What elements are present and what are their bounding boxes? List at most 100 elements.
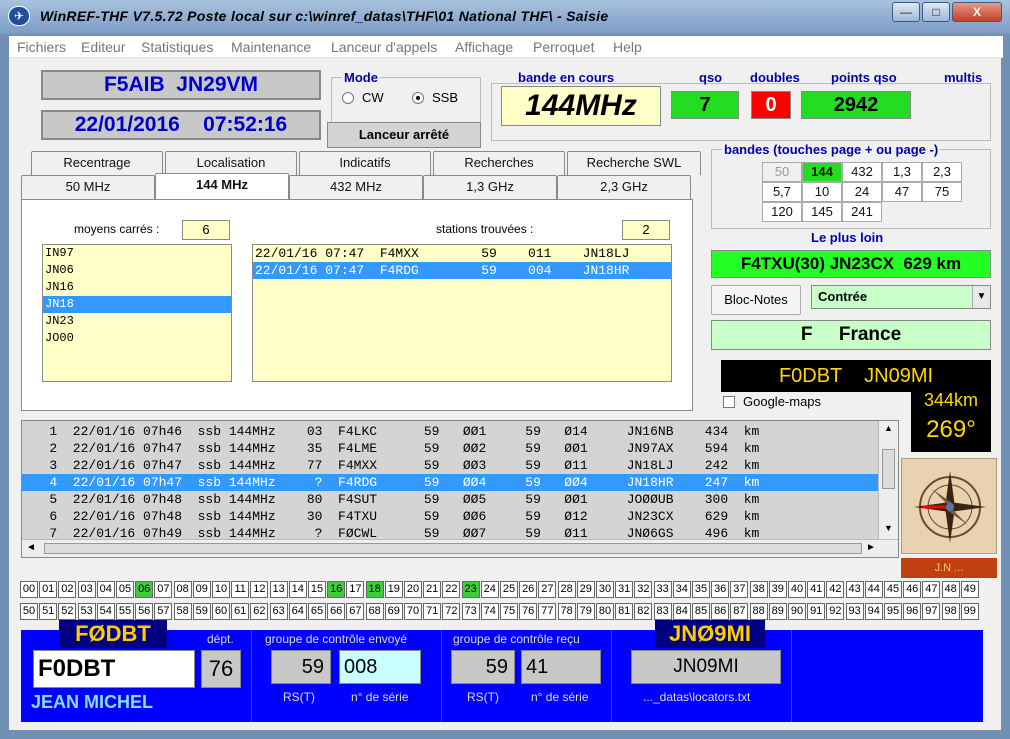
dept-number[interactable]: 57: [154, 603, 173, 620]
dept-number[interactable]: 58: [173, 603, 192, 620]
log-row[interactable]: 1 22/01/16 07h46 ssb 144MHz 03 F4LKC 59 …: [26, 423, 759, 440]
dept-number[interactable]: 38: [749, 581, 768, 598]
qso-log-list[interactable]: 1 22/01/16 07h46 ssb 144MHz 03 F4LKC 59 …: [21, 420, 899, 558]
dept-number[interactable]: 27: [538, 581, 557, 598]
list-item-selected[interactable]: JN18: [43, 296, 231, 313]
dept-number[interactable]: 71: [423, 603, 442, 620]
dept-number[interactable]: 24: [480, 581, 499, 598]
dept-number[interactable]: 84: [672, 603, 691, 620]
menu-fichiers[interactable]: Fichiers: [17, 39, 66, 55]
dept-number[interactable]: 70: [404, 603, 422, 620]
ssb-radio[interactable]: [412, 92, 424, 104]
dept-number[interactable]: 64: [288, 603, 307, 620]
dept-number[interactable]: 76: [519, 603, 538, 620]
dept-number[interactable]: 10: [212, 581, 230, 598]
dept-number[interactable]: 05: [116, 581, 134, 598]
dept-number[interactable]: 73: [461, 603, 480, 620]
tab-indicatifs[interactable]: Indicatifs: [299, 151, 431, 175]
dept-number[interactable]: 87: [730, 603, 749, 620]
scroll-right-icon[interactable]: ►: [866, 542, 876, 553]
dept-number[interactable]: 98: [941, 603, 960, 620]
dept-number[interactable]: 48: [941, 581, 960, 598]
dept-number[interactable]: 80: [596, 603, 614, 620]
dept-number[interactable]: 16: [327, 581, 346, 598]
menu-affichage[interactable]: Affichage: [455, 39, 513, 55]
menu-help[interactable]: Help: [613, 39, 642, 55]
menu-lanceur[interactable]: Lanceur d'appels: [331, 39, 437, 55]
menu-statistiques[interactable]: Statistiques: [141, 39, 213, 55]
dept-number[interactable]: 25: [500, 581, 518, 598]
menu-maintenance[interactable]: Maintenance: [231, 39, 311, 55]
list-item[interactable]: IN97: [43, 245, 231, 262]
tab-432mhz[interactable]: 432 MHz: [289, 175, 423, 199]
dept-number[interactable]: 00: [20, 581, 38, 598]
dept-number[interactable]: 49: [960, 581, 979, 598]
dept-number[interactable]: 68: [365, 603, 384, 620]
dept-number[interactable]: 29: [576, 581, 595, 598]
band-145[interactable]: 145: [802, 202, 842, 222]
log-row[interactable]: 3 22/01/16 07h47 ssb 144MHz 77 F4MXX 59 …: [26, 457, 759, 474]
station-row-selected[interactable]: 22/01/16 07:47 F4RDG 59 004 JN18HR: [253, 262, 671, 279]
dept-number[interactable]: 82: [634, 603, 653, 620]
dept-number[interactable]: 78: [557, 603, 576, 620]
dept-number[interactable]: 40: [788, 581, 806, 598]
dept-number[interactable]: 97: [922, 603, 941, 620]
dept-number[interactable]: 74: [480, 603, 499, 620]
dept-number[interactable]: 92: [826, 603, 845, 620]
dept-number[interactable]: 35: [692, 581, 710, 598]
dept-number[interactable]: 55: [116, 603, 134, 620]
dept-number[interactable]: 66: [327, 603, 346, 620]
tab-recentrage[interactable]: Recentrage: [31, 151, 163, 175]
band-24[interactable]: 24: [842, 182, 882, 202]
dept-number[interactable]: 59: [192, 603, 211, 620]
dept-number[interactable]: 32: [634, 581, 653, 598]
sent-serial-input[interactable]: 008: [339, 650, 421, 684]
dept-number[interactable]: 08: [173, 581, 192, 598]
list-item[interactable]: JN16: [43, 279, 231, 296]
vertical-scrollbar[interactable]: ▲ ▼: [878, 421, 898, 539]
dept-number[interactable]: 45: [884, 581, 902, 598]
dept-number[interactable]: 13: [269, 581, 288, 598]
dept-number[interactable]: 31: [615, 581, 634, 598]
band-241[interactable]: 241: [842, 202, 882, 222]
hscroll-thumb[interactable]: [44, 543, 862, 554]
band-120[interactable]: 120: [762, 202, 802, 222]
horizontal-scrollbar[interactable]: ◄ ►: [22, 539, 898, 557]
band-2-3[interactable]: 2,3: [922, 162, 962, 182]
sent-rst-input[interactable]: 59: [271, 650, 331, 684]
dept-number[interactable]: 09: [192, 581, 211, 598]
dept-number[interactable]: 69: [384, 603, 403, 620]
dept-number[interactable]: 89: [768, 603, 787, 620]
scroll-down-icon[interactable]: ▼: [884, 523, 893, 533]
dept-number[interactable]: 03: [77, 581, 96, 598]
dept-number[interactable]: 60: [212, 603, 230, 620]
band-432[interactable]: 432: [842, 162, 882, 182]
log-row[interactable]: 7 22/01/16 07h49 ssb 144MHz ? FØCWL 59 Ø…: [26, 525, 759, 540]
dept-number[interactable]: 75: [500, 603, 518, 620]
recv-serial-input[interactable]: 41: [521, 650, 601, 684]
menu-editeur[interactable]: Editeur: [81, 39, 125, 55]
close-button[interactable]: X: [952, 2, 1002, 22]
google-maps-checkbox[interactable]: [723, 396, 735, 408]
squares-list[interactable]: IN97 JN06 JN16 JN18 JN23 JO00: [42, 244, 232, 382]
band-144[interactable]: 144: [802, 162, 842, 182]
dept-number[interactable]: 94: [864, 603, 883, 620]
locator-input[interactable]: JN09MI: [631, 650, 781, 684]
recv-rst-input[interactable]: 59: [451, 650, 515, 684]
dept-number[interactable]: 47: [922, 581, 941, 598]
dept-number[interactable]: 22: [442, 581, 461, 598]
band-50[interactable]: 50: [762, 162, 802, 182]
dept-number[interactable]: 51: [39, 603, 58, 620]
band-5-7[interactable]: 5,7: [762, 182, 802, 202]
dept-number[interactable]: 34: [672, 581, 691, 598]
tab-recherches[interactable]: Recherches: [433, 151, 565, 175]
dept-number[interactable]: 88: [749, 603, 768, 620]
dept-number[interactable]: 63: [269, 603, 288, 620]
dept-input[interactable]: 76: [201, 650, 241, 688]
dept-number[interactable]: 46: [903, 581, 922, 598]
tab-50mhz[interactable]: 50 MHz: [21, 175, 155, 199]
dept-number[interactable]: 43: [845, 581, 864, 598]
dept-number[interactable]: 15: [308, 581, 326, 598]
dept-number[interactable]: 02: [58, 581, 77, 598]
dept-number[interactable]: 28: [557, 581, 576, 598]
